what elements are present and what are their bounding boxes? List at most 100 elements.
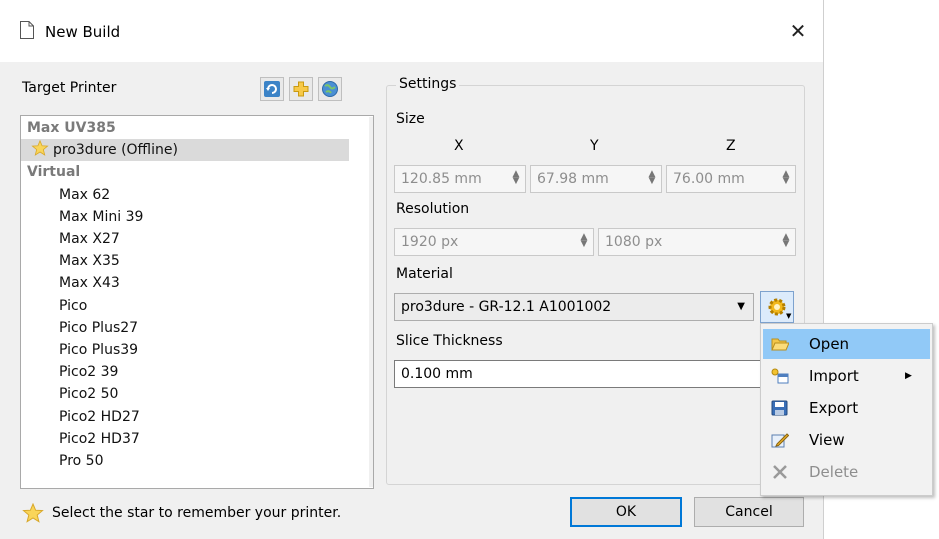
printer-name: Pico2 39 [59,364,119,381]
printer-name: Max X35 [59,253,120,270]
printer-name: Max Mini 39 [59,208,144,225]
star-icon [22,503,44,523]
star-icon[interactable] [31,139,49,157]
printer-list-item[interactable]: Pico Plus39 [21,339,349,361]
size-x-label: X [454,138,464,154]
menu-item-open[interactable]: Open [763,329,930,359]
slice-thickness-value: 0.100 mm [401,366,473,382]
settings-group-label: Settings [396,76,460,92]
menu-item-label: Import [809,367,859,385]
printer-list-item[interactable]: Max X27 [21,228,349,250]
printer-name: Pico2 HD27 [59,408,140,425]
scrollbar-thumb[interactable] [373,136,374,370]
globe-icon [322,81,338,97]
printer-list-scrollbar[interactable]: ⌃ ⌄ [369,117,374,487]
size-z-spinner[interactable]: ▲ ▼ [781,170,791,186]
menu-item-label: Open [809,335,850,353]
printer-name: Pro 50 [59,453,104,469]
size-y-field[interactable]: 67.98 mm ▲ ▼ [530,165,662,193]
material-value: pro3dure - GR-12.1 A1001002 [401,299,612,315]
window-title: New Build [45,23,121,41]
add-printer-button[interactable] [289,77,313,101]
folder-open-icon [771,338,789,351]
ok-button[interactable]: OK [570,497,682,527]
printer-name: Pico2 50 [59,386,119,403]
size-x-field[interactable]: 120.85 mm ▲ ▼ [394,165,526,193]
add-printer-icon [293,81,309,97]
printer-name: pro3dure (Offline) [53,142,178,159]
printer-group-header: Max UV385 [27,120,116,136]
size-z-field[interactable]: 76.00 mm ▲ ▼ [666,165,796,193]
resolution-height-field[interactable]: 1080 px ▲ ▼ [598,228,796,256]
printer-name: Max 62 [59,186,111,203]
printer-name: Max X43 [59,275,120,292]
resolution-height-value: 1080 px [605,234,663,250]
submenu-arrow-icon: ▶ [905,371,912,381]
scroll-up-icon[interactable]: ⌃ [369,117,373,135]
printer-list-item[interactable]: pro3dure (Offline) [21,139,349,162]
remember-printer-hint: Select the star to remember your printer… [52,505,342,521]
save-icon [771,400,788,416]
size-x-value: 120.85 mm [401,171,482,187]
new-build-dialog: New Build ✕ Target Printer Max UV385 pro3… [0,0,824,539]
import-icon [771,368,789,384]
size-label: Size [396,111,425,127]
material-context-menu: Open Import ▶ Export View Delete [760,323,933,496]
resolution-width-value: 1920 px [401,234,459,250]
view-icon [771,433,789,448]
printer-list-item[interactable]: Pico [21,295,349,317]
size-y-spinner[interactable]: ▲ ▼ [647,170,657,186]
printer-name: Max X27 [59,231,120,247]
printer-list-item[interactable]: Pico2 50 [21,383,349,405]
resolution-width-spinner[interactable]: ▲ ▼ [579,233,589,249]
dropdown-arrow-icon: ▼ [786,312,792,320]
printer-list[interactable]: Max UV385 pro3dure (Offline) Virtual Max 62… [20,115,374,489]
printer-list-item[interactable]: Pico2 39 [21,361,349,383]
scroll-down-icon[interactable]: ⌄ [369,469,373,487]
gear-icon [768,298,786,316]
menu-item-label: Delete [809,463,859,481]
material-select[interactable]: pro3dure - GR-12.1 A1001002 ▼ [394,293,754,321]
printer-list-item[interactable]: Pro 50 [21,450,349,472]
menu-item-delete[interactable]: Delete [763,457,930,487]
delete-icon [773,465,787,479]
printer-list-item[interactable]: Max X43 [21,272,349,294]
material-options-button[interactable]: ▼ [760,291,794,323]
printer-list-item[interactable]: Max 62 [21,184,349,206]
size-y-value: 67.98 mm [537,171,609,187]
size-y-label: Y [590,138,599,154]
printer-list-item[interactable]: Max X35 [21,250,349,272]
target-printer-label: Target Printer [22,80,117,96]
size-z-value: 76.00 mm [673,171,745,187]
slice-thickness-field[interactable]: 0.100 mm [394,360,764,388]
menu-item-import[interactable]: Import ▶ [763,361,930,391]
slice-thickness-label: Slice Thickness [396,333,503,349]
menu-item-label: Export [809,399,859,417]
menu-item-view[interactable]: View [763,425,930,455]
network-printers-button[interactable] [318,77,342,101]
resolution-width-field[interactable]: 1920 px ▲ ▼ [394,228,594,256]
resolution-label: Resolution [396,201,470,217]
menu-item-label: View [809,431,845,449]
printer-name: Pico Plus27 [59,319,139,336]
printer-list-item[interactable]: Pico2 HD37 [21,428,349,450]
printer-list-item[interactable]: Pico Plus27 [21,317,349,339]
printer-list-item[interactable]: Max Mini 39 [21,206,349,228]
document-icon [20,21,34,39]
close-button[interactable]: ✕ [786,19,810,43]
refresh-icon [264,81,280,97]
menu-item-export[interactable]: Export [763,393,930,423]
chevron-down-icon: ▼ [737,301,745,312]
printer-list-item[interactable]: Pico2 HD27 [21,406,349,428]
printer-name: Pico Plus39 [59,342,139,358]
size-x-spinner[interactable]: ▲ ▼ [511,170,521,186]
refresh-printers-button[interactable] [260,77,284,101]
title-bar: New Build ✕ [0,0,823,62]
printer-name: Pico [59,297,88,314]
size-z-label: Z [726,138,736,154]
material-label: Material [396,266,453,282]
printer-name: Pico2 HD37 [59,430,140,447]
cancel-button[interactable]: Cancel [694,497,804,527]
resolution-height-spinner[interactable]: ▲ ▼ [781,233,791,249]
printer-group-header: Virtual [27,164,81,181]
